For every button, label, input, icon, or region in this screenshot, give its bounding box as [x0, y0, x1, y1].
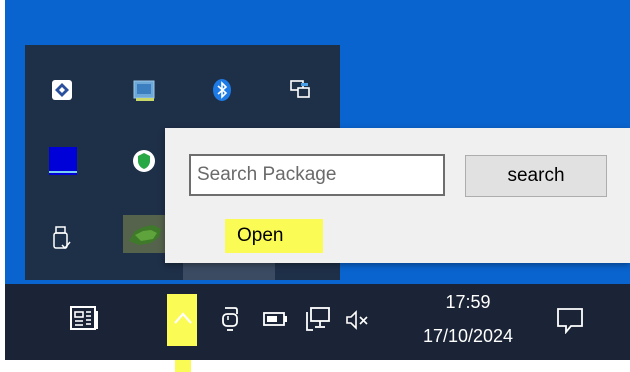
- clock-date[interactable]: 17/10/2024: [408, 326, 528, 347]
- news-widget-icon[interactable]: [69, 305, 99, 338]
- remote-display-icon[interactable]: [289, 79, 311, 101]
- package-popup: search Open: [165, 128, 630, 263]
- shield-security-icon[interactable]: [132, 149, 155, 172]
- green-map-icon[interactable]: [123, 215, 167, 253]
- screen-edge: [0, 0, 5, 372]
- open-menu-item[interactable]: Open: [225, 219, 323, 253]
- blue-display-icon[interactable]: [49, 147, 77, 175]
- notification-icon[interactable]: [555, 306, 585, 339]
- bluetooth-icon[interactable]: [211, 78, 233, 101]
- tray-item-hover-strip: [183, 263, 275, 280]
- chevron-up-icon[interactable]: [173, 310, 193, 331]
- app-diamond-icon[interactable]: [51, 79, 73, 101]
- network-icon[interactable]: [305, 306, 333, 337]
- usb-eject-icon[interactable]: [52, 225, 74, 250]
- search-package-input[interactable]: [189, 154, 445, 196]
- clock-time[interactable]: 17:59: [428, 292, 508, 313]
- search-button[interactable]: search: [465, 155, 607, 197]
- chevron-highlight-tail: [175, 360, 191, 372]
- monitor-app-icon[interactable]: [132, 79, 155, 101]
- taskbar: 17:59 17/10/2024: [5, 284, 630, 360]
- speaker-muted-icon[interactable]: [345, 309, 371, 336]
- touchpad-icon[interactable]: [219, 304, 241, 339]
- battery-icon: [263, 311, 289, 332]
